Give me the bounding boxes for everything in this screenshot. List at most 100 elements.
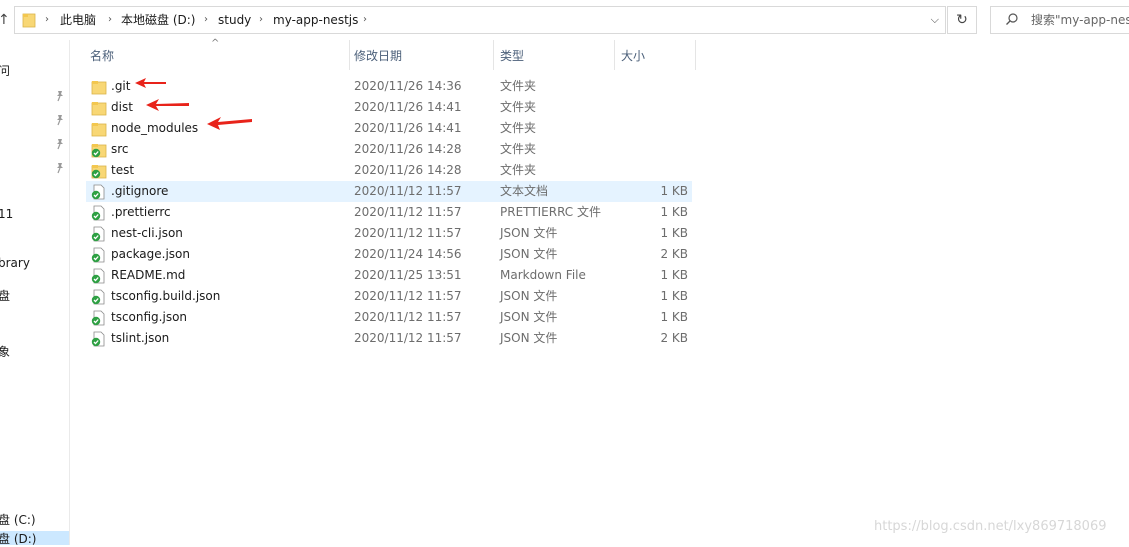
red-arrow-annotation-node-modules bbox=[207, 117, 252, 130]
file-size bbox=[631, 118, 688, 139]
red-arrow-annotation-git bbox=[135, 78, 166, 88]
search-input[interactable]: 搜索"my-app-nes bbox=[990, 6, 1129, 34]
folder-synced-icon bbox=[91, 165, 107, 179]
breadcrumb-this-pc[interactable]: 此电脑 bbox=[60, 7, 96, 33]
nav-item-drive-c[interactable]: 盘 (C:) bbox=[0, 511, 36, 528]
file-date: 2020/11/12 11:57 bbox=[354, 331, 462, 345]
breadcrumb-separator-icon: › bbox=[204, 14, 208, 25]
address-toolbar: ↑ › 此电脑 › 本地磁盘 (D:) › study › my-app-nes… bbox=[0, 0, 1129, 40]
nav-item-quick-access[interactable]: 问 bbox=[0, 62, 10, 79]
file-name: tsconfig.json bbox=[111, 310, 188, 324]
file-row[interactable]: test 2020/11/26 14:28 文件夹 bbox=[86, 160, 692, 181]
breadcrumb-separator-icon: › bbox=[363, 14, 367, 25]
file-date: 2020/11/25 13:51 bbox=[354, 268, 462, 282]
breadcrumb-my-app-nestjs[interactable]: my-app-nestjs bbox=[273, 7, 358, 33]
file-size: 1 KB bbox=[660, 268, 688, 282]
file-type: JSON 文件 bbox=[500, 247, 558, 261]
column-header-date[interactable]: 修改日期 bbox=[348, 40, 494, 70]
column-headers: ^ 名称 修改日期 类型 大小 bbox=[72, 38, 1129, 70]
watermark-text: https://blog.csdn.net/lxy869718069 bbox=[874, 519, 1107, 534]
file-size: 1 KB bbox=[660, 289, 688, 303]
pin-icon bbox=[57, 115, 63, 126]
file-row[interactable]: nest-cli.json 2020/11/12 11:57 JSON 文件 1 KB bbox=[86, 223, 692, 244]
breadcrumb-separator-icon: › bbox=[259, 14, 263, 25]
file-row[interactable]: .prettierrc 2020/11/12 11:57 PRETTIERRC 文件… bbox=[86, 202, 692, 223]
folder-icon bbox=[22, 13, 36, 28]
file-row[interactable]: src 2020/11/26 14:28 文件夹 bbox=[86, 139, 692, 160]
nav-item-objects[interactable]: 象 bbox=[0, 343, 10, 360]
chevron-down-icon[interactable]: ⌵ bbox=[931, 7, 939, 33]
file-size: 2 KB bbox=[660, 247, 688, 261]
file-size: 1 KB bbox=[660, 226, 688, 240]
file-synced-icon bbox=[91, 331, 105, 347]
folder-icon bbox=[91, 102, 107, 116]
file-date: 2020/11/24 14:56 bbox=[354, 247, 462, 261]
file-row[interactable]: tsconfig.build.json 2020/11/12 11:57 JSON … bbox=[86, 286, 692, 307]
pin-icon bbox=[57, 139, 63, 150]
file-synced-icon bbox=[91, 289, 105, 305]
file-name: .gitignore bbox=[111, 184, 169, 198]
file-type: 文件夹 bbox=[500, 100, 537, 114]
file-row[interactable]: tslint.json 2020/11/12 11:57 JSON 文件 2 KB bbox=[86, 328, 692, 349]
file-name: nest-cli.json bbox=[111, 226, 183, 240]
address-bar[interactable]: › 此电脑 › 本地磁盘 (D:) › study › my-app-nestj… bbox=[14, 6, 946, 34]
file-synced-icon bbox=[91, 205, 105, 221]
file-name: package.json bbox=[111, 247, 191, 261]
nav-item-drive-d[interactable]: 盘 (D:) bbox=[0, 530, 36, 547]
file-name: test bbox=[111, 163, 135, 177]
file-type: 文件夹 bbox=[500, 79, 537, 93]
refresh-button[interactable]: ↻ bbox=[947, 6, 977, 34]
file-date: 2020/11/26 14:41 bbox=[354, 100, 462, 114]
file-name: .prettierrc bbox=[111, 205, 171, 219]
breadcrumb-separator-icon: › bbox=[108, 14, 112, 25]
file-type: JSON 文件 bbox=[500, 226, 558, 240]
file-row[interactable]: node_modules 2020/11/26 14:41 文件夹 bbox=[86, 118, 692, 139]
nav-item-11[interactable]: 11 bbox=[0, 207, 13, 221]
file-synced-icon bbox=[91, 310, 105, 326]
file-size bbox=[631, 160, 688, 181]
file-type: 文本文档 bbox=[500, 184, 549, 198]
file-name: node_modules bbox=[111, 121, 199, 135]
file-synced-icon bbox=[91, 184, 105, 200]
nav-item-disk[interactable]: 盘 bbox=[0, 287, 10, 304]
column-header-size[interactable]: 大小 bbox=[615, 40, 696, 70]
file-type: JSON 文件 bbox=[500, 289, 558, 303]
folder-synced-icon bbox=[91, 144, 107, 158]
nav-item-library[interactable]: brary bbox=[0, 256, 30, 270]
navigation-pane: 问 11 brary 盘 象 盘 (C:) 盘 (D:) bbox=[0, 40, 70, 547]
breadcrumb-separator-icon: › bbox=[45, 14, 49, 25]
file-name: tslint.json bbox=[111, 331, 170, 345]
pin-icon bbox=[57, 91, 63, 102]
file-date: 2020/11/26 14:28 bbox=[354, 142, 462, 156]
file-size bbox=[631, 97, 688, 118]
file-date: 2020/11/26 14:41 bbox=[354, 121, 462, 135]
file-date: 2020/11/12 11:57 bbox=[354, 184, 462, 198]
file-synced-icon bbox=[91, 247, 105, 263]
file-row[interactable]: .gitignore 2020/11/12 11:57 文本文档 1 KB bbox=[86, 181, 692, 202]
file-type: 文件夹 bbox=[500, 121, 537, 135]
red-arrow-annotation-dist bbox=[146, 99, 189, 111]
file-name: src bbox=[111, 142, 129, 156]
file-type: JSON 文件 bbox=[500, 331, 558, 345]
file-date: 2020/11/12 11:57 bbox=[354, 310, 462, 324]
file-type: PRETTIERRC 文件 bbox=[500, 205, 601, 219]
nav-item-drive-d-highlight[interactable]: 盘 (D:) bbox=[0, 530, 69, 547]
file-row[interactable]: .git 2020/11/26 14:36 文件夹 bbox=[86, 76, 692, 97]
file-date: 2020/11/12 11:57 bbox=[354, 226, 462, 240]
file-type: JSON 文件 bbox=[500, 310, 558, 324]
up-arrow-icon[interactable]: ↑ bbox=[0, 11, 12, 29]
file-row[interactable]: README.md 2020/11/25 13:51 Markdown File 1 … bbox=[86, 265, 692, 286]
file-size: 2 KB bbox=[660, 331, 688, 345]
file-size: 1 KB bbox=[660, 184, 688, 198]
file-row[interactable]: tsconfig.json 2020/11/12 11:57 JSON 文件 1 KB bbox=[86, 307, 692, 328]
pin-icon bbox=[57, 163, 63, 174]
breadcrumb-drive-d[interactable]: 本地磁盘 (D:) bbox=[121, 7, 195, 33]
file-name: .git bbox=[111, 79, 131, 93]
column-header-name[interactable]: 名称 bbox=[84, 40, 350, 70]
file-row[interactable]: package.json 2020/11/24 14:56 JSON 文件 2 KB bbox=[86, 244, 692, 265]
breadcrumb-study[interactable]: study bbox=[218, 7, 251, 33]
file-name: README.md bbox=[111, 268, 186, 282]
file-date: 2020/11/26 14:28 bbox=[354, 163, 462, 177]
column-header-type[interactable]: 类型 bbox=[494, 40, 615, 70]
file-size: 1 KB bbox=[660, 310, 688, 324]
